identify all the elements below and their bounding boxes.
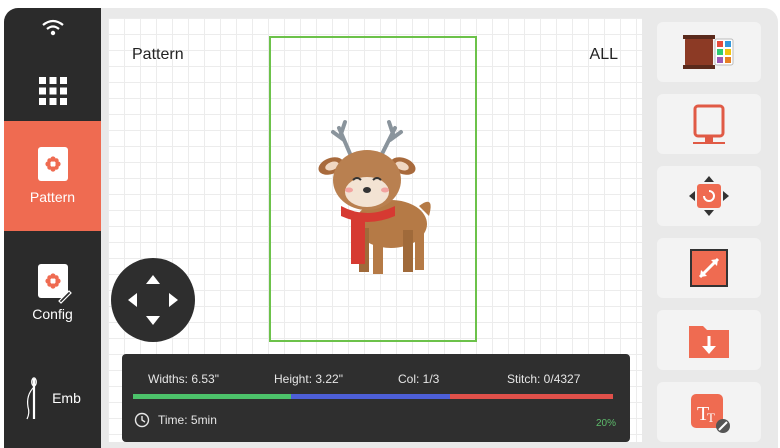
config-icon xyxy=(37,264,72,304)
progress-bar xyxy=(133,394,613,399)
sidebar-item-label: Config xyxy=(32,306,73,322)
sidebar-item-config[interactable]: Config xyxy=(4,243,101,343)
resize-icon xyxy=(690,249,728,287)
scope-selector[interactable]: ALL xyxy=(590,46,618,64)
rotate-button[interactable] xyxy=(657,166,761,226)
save-button[interactable] xyxy=(657,310,761,370)
color-readout: Col: 1/3 xyxy=(398,372,440,386)
text-edit-icon: T T xyxy=(691,394,730,433)
progress-segment-blue xyxy=(291,394,450,399)
sidebar-item-emb[interactable]: Emb xyxy=(4,363,101,433)
resize-button[interactable] xyxy=(657,238,761,298)
stitch-info-panel: Widths: 6.53" Height: 3.22" Col: 1/3 Sti… xyxy=(122,354,630,442)
height-readout: Height: 3.22" xyxy=(274,372,343,386)
thread-palette-icon xyxy=(683,35,734,69)
reindeer-design[interactable] xyxy=(311,118,441,282)
canvas-title: Pattern xyxy=(132,46,184,63)
progress-segment-red xyxy=(449,394,613,399)
rotate-icon xyxy=(689,176,729,216)
text-edit-button[interactable]: T T xyxy=(657,382,761,442)
thread-color-button[interactable] xyxy=(657,22,761,82)
clock-icon xyxy=(134,412,150,428)
pattern-canvas[interactable]: Pattern ALL Widths: 6.53" Height: 3.22" … xyxy=(108,18,642,442)
app-frame: Pattern Config Emb Pattern ALL Widths: 6… xyxy=(4,8,778,448)
hoop-select-button[interactable] xyxy=(657,94,761,154)
hoop-frame-icon xyxy=(693,104,725,144)
stitch-readout: Stitch: 0/4327 xyxy=(507,372,581,386)
save-to-folder-icon xyxy=(689,326,729,358)
apps-grid-button[interactable] xyxy=(4,56,101,126)
sidebar-item-pattern[interactable]: Pattern xyxy=(4,121,101,231)
sidebar: Pattern Config Emb xyxy=(4,8,101,448)
time-text: Time: 5min xyxy=(158,413,217,427)
move-joystick[interactable] xyxy=(111,258,195,342)
sidebar-item-label: Emb xyxy=(52,390,81,406)
grid-icon xyxy=(38,77,67,105)
width-readout: Widths: 6.53" xyxy=(148,372,219,386)
needle-icon xyxy=(26,377,37,420)
sidebar-item-label: Pattern xyxy=(29,189,76,205)
progress-segment-green xyxy=(133,394,292,399)
wifi-icon xyxy=(4,8,101,48)
time-display: Time: 5min xyxy=(134,412,217,428)
svg-text:T: T xyxy=(707,410,715,425)
progress-percent: 20% xyxy=(595,418,616,429)
pattern-icon xyxy=(37,147,68,181)
directional-arrows-icon xyxy=(128,275,178,325)
hoop-boundary xyxy=(269,36,477,342)
